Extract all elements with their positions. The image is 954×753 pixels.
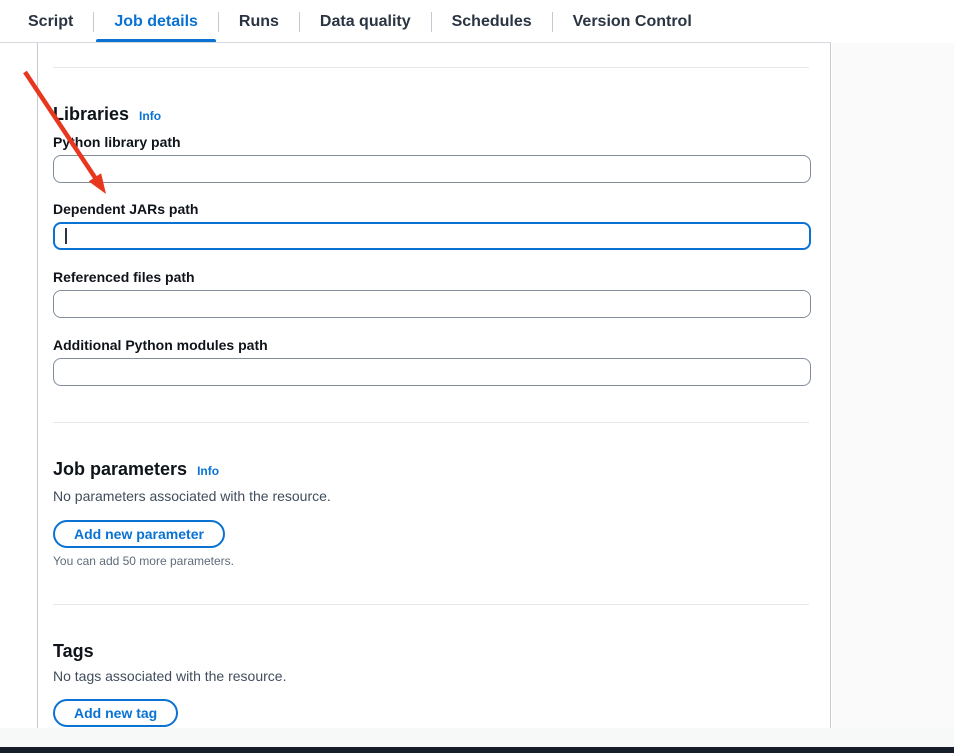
libraries-section-heading: Libraries Info — [53, 103, 809, 127]
tab-runs[interactable]: Runs — [219, 0, 299, 43]
python-library-path-label: Python library path — [53, 133, 809, 151]
add-new-tag-button[interactable]: Add new tag — [53, 699, 178, 727]
tags-title: Tags — [53, 640, 94, 662]
section-divider — [53, 67, 809, 68]
bottom-gray-strip — [0, 728, 954, 747]
section-divider — [53, 604, 809, 605]
additional-python-modules-path-input[interactable] — [53, 358, 811, 386]
tab-script[interactable]: Script — [8, 0, 93, 43]
job-details-panel: Libraries Info Python library path Depen… — [37, 43, 831, 728]
python-library-path-input[interactable] — [53, 155, 811, 183]
section-divider — [53, 422, 809, 423]
libraries-info-link[interactable]: Info — [139, 105, 161, 127]
referenced-files-path-input[interactable] — [53, 290, 811, 318]
tab-schedules[interactable]: Schedules — [432, 0, 552, 43]
referenced-files-path-label: Referenced files path — [53, 268, 809, 286]
tags-section-heading: Tags — [53, 640, 809, 662]
tab-version-control[interactable]: Version Control — [553, 0, 712, 43]
tab-job-details[interactable]: Job details — [94, 0, 218, 43]
libraries-title: Libraries — [53, 103, 129, 125]
add-new-parameter-button[interactable]: Add new parameter — [53, 520, 225, 548]
tab-data-quality[interactable]: Data quality — [300, 0, 431, 43]
job-parameters-hint: You can add 50 more parameters. — [53, 554, 809, 568]
dependent-jars-path-label: Dependent JARs path — [53, 200, 809, 218]
dependent-jars-path-input[interactable] — [53, 222, 811, 250]
additional-python-modules-path-label: Additional Python modules path — [53, 336, 809, 354]
tab-bar: Script Job details Runs Data quality Sch… — [0, 0, 954, 43]
job-parameters-empty-text: No parameters associated with the resour… — [53, 487, 809, 505]
tags-empty-text: No tags associated with the resource. — [53, 667, 809, 685]
job-parameters-info-link[interactable]: Info — [197, 460, 219, 482]
job-parameters-title: Job parameters — [53, 458, 187, 480]
page-background-right — [832, 43, 954, 728]
text-cursor — [65, 228, 67, 244]
job-parameters-section-heading: Job parameters Info — [53, 458, 809, 482]
bottom-dark-bar — [0, 747, 954, 753]
